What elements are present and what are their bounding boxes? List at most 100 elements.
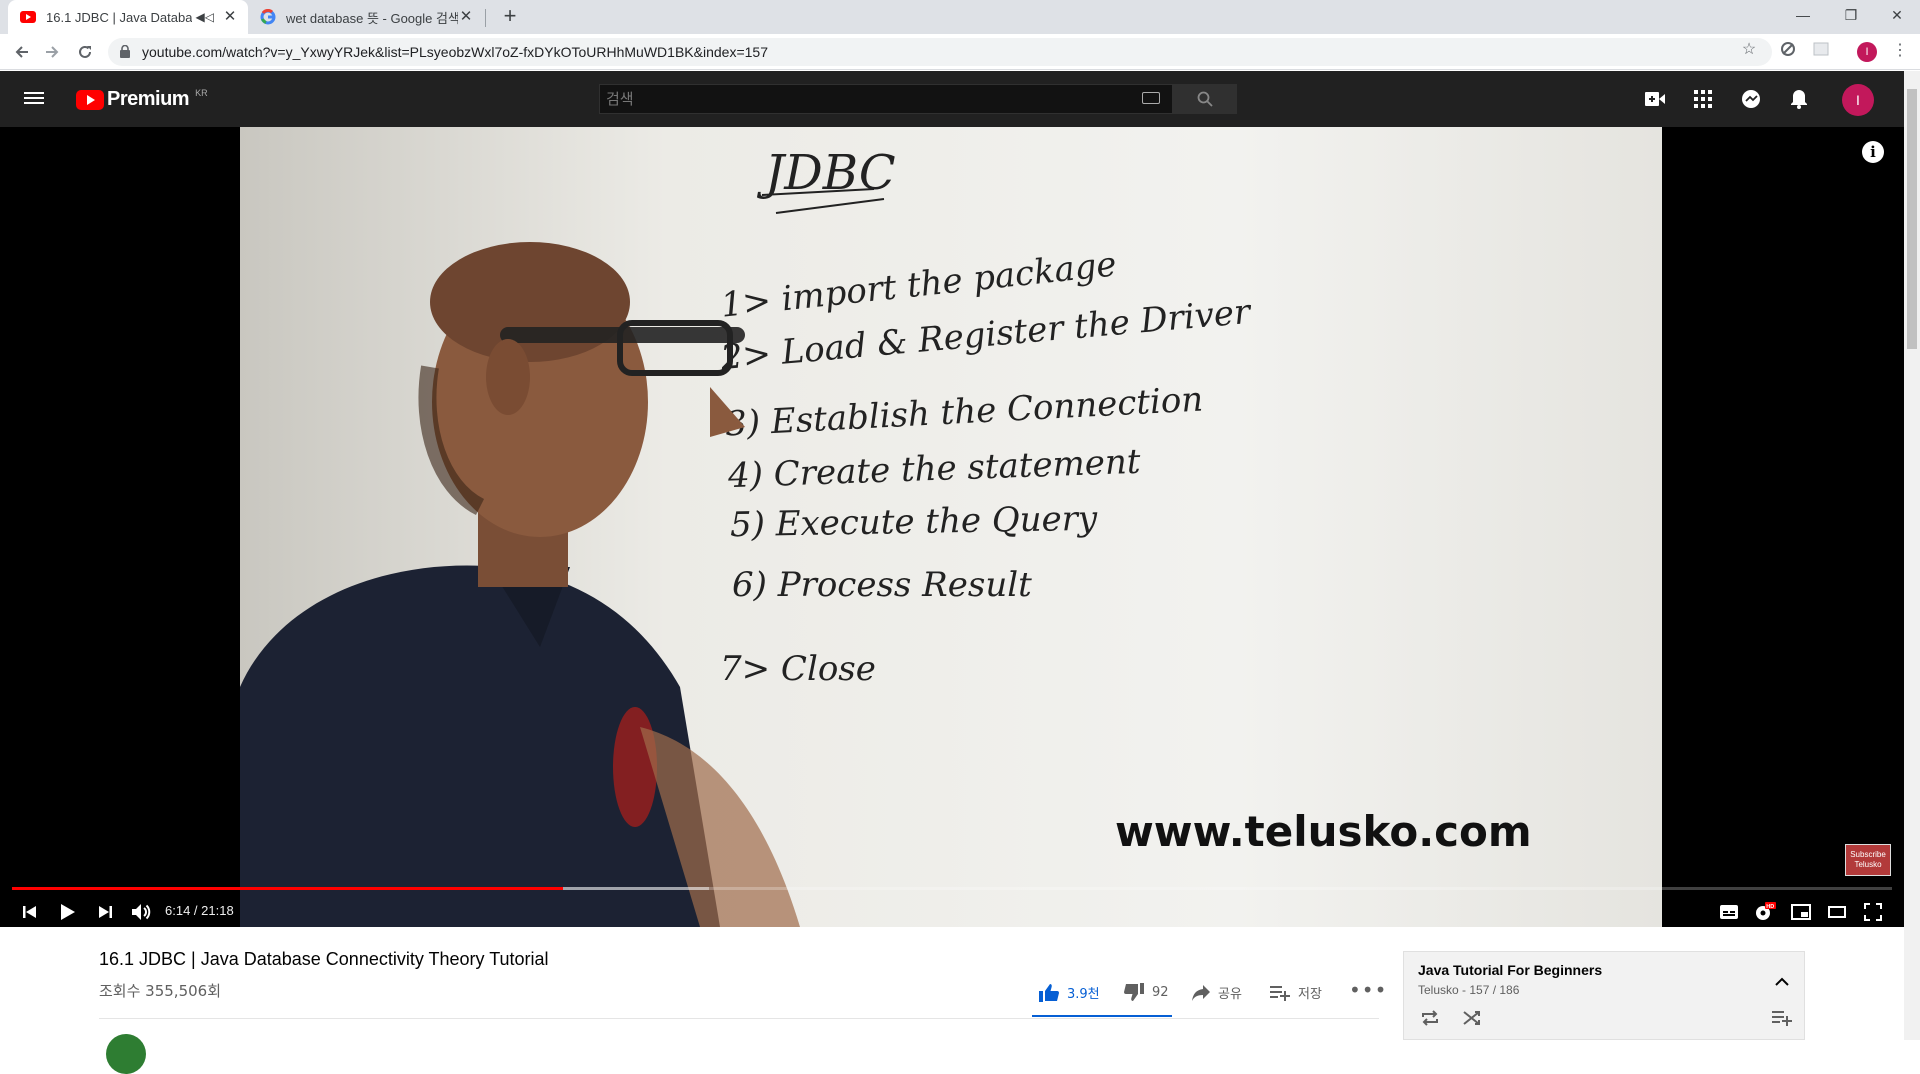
- tab-close-icon[interactable]: ✕: [458, 9, 474, 25]
- address-bar[interactable]: youtube.com/watch?v=y_YxwyYRJek&list=PLs…: [108, 38, 1772, 66]
- svg-text:HD: HD: [1766, 904, 1774, 910]
- miniplayer-button[interactable]: [1786, 897, 1816, 927]
- browser-tabstrip: 16.1 JDBC | Java Database Connectivity ◀…: [0, 0, 1920, 34]
- browser-toolbar: youtube.com/watch?v=y_YxwyYRJek&list=PLs…: [0, 34, 1920, 70]
- google-favicon-icon: [260, 9, 276, 25]
- search-box: [599, 84, 1173, 114]
- video-title: 16.1 JDBC | Java Database Connectivity T…: [99, 949, 549, 969]
- play-icon: [61, 904, 75, 920]
- create-video-icon[interactable]: [1643, 87, 1667, 111]
- theater-mode-icon: [1828, 906, 1846, 918]
- share-button[interactable]: 공유: [1192, 983, 1242, 1002]
- share-arrow-icon: [1192, 984, 1210, 1001]
- more-actions-icon[interactable]: •••: [1349, 978, 1387, 1002]
- logo-region-text: KR: [195, 87, 208, 98]
- video-player[interactable]: JDBC 1> import the package 2> Load & Reg…: [0, 127, 1904, 927]
- account-avatar[interactable]: I: [1842, 84, 1874, 116]
- playlist-panel: Java Tutorial For Beginners Telusko - 15…: [1403, 951, 1805, 1040]
- save-button[interactable]: 저장: [1270, 983, 1322, 1002]
- dislike-count: 92: [1152, 984, 1169, 1000]
- subtitles-button[interactable]: [1714, 897, 1744, 927]
- video-info-icon[interactable]: i: [1862, 141, 1884, 163]
- youtube-favicon-icon: [20, 9, 36, 25]
- tab-youtube[interactable]: 16.1 JDBC | Java Database Connectivity ◀…: [8, 0, 248, 34]
- extension-box-icon[interactable]: [1811, 39, 1831, 59]
- close-window-button[interactable]: ✕: [1874, 0, 1920, 30]
- tab-separator: [485, 9, 486, 27]
- next-button[interactable]: [90, 897, 120, 927]
- collapse-chevron-icon[interactable]: [1770, 969, 1794, 993]
- like-button[interactable]: 3.9천: [1039, 983, 1100, 1002]
- search-button[interactable]: [1173, 84, 1237, 114]
- browser-menu-icon[interactable]: ⋮: [1892, 40, 1908, 64]
- new-tab-button[interactable]: +: [498, 5, 522, 29]
- tab-google[interactable]: wet database 뜻 - Google 검색 ✕: [252, 0, 484, 34]
- youtube-premium-logo[interactable]: Premium KR: [76, 88, 208, 111]
- progress-played: [12, 887, 563, 890]
- logo-brand-text: Premium: [107, 88, 190, 110]
- shuffle-icon[interactable]: [1460, 1006, 1484, 1030]
- subtitles-icon: [1720, 905, 1738, 919]
- volume-button[interactable]: [126, 897, 156, 927]
- thumbs-down-icon: [1124, 983, 1144, 1001]
- scrollbar-thumb[interactable]: [1907, 89, 1917, 349]
- like-ratio-bar: [1032, 1015, 1172, 1017]
- subscribe-watermark-badge[interactable]: Subscribe Telusko: [1845, 844, 1891, 876]
- presenter-figure: [240, 242, 800, 927]
- hamburger-menu-icon[interactable]: [24, 89, 44, 109]
- minimize-button[interactable]: —: [1780, 0, 1826, 30]
- tab-close-icon[interactable]: ✕: [222, 9, 238, 25]
- messages-icon[interactable]: [1739, 87, 1763, 111]
- notifications-bell-icon[interactable]: [1787, 87, 1811, 111]
- keyboard-icon[interactable]: [1142, 92, 1160, 104]
- settings-button[interactable]: HD: [1750, 897, 1780, 927]
- play-button[interactable]: [53, 897, 83, 927]
- previous-button[interactable]: [15, 897, 45, 927]
- url-text: youtube.com/watch?v=y_YxwyYRJek&list=PLs…: [142, 44, 768, 60]
- apps-grid-icon[interactable]: [1691, 87, 1715, 111]
- settings-gear-icon: HD: [1756, 902, 1776, 920]
- video-frame: JDBC 1> import the package 2> Load & Reg…: [240, 127, 1662, 927]
- add-to-playlist-icon: [1270, 985, 1290, 1001]
- back-button[interactable]: [9, 39, 35, 65]
- volume-icon: [132, 904, 151, 920]
- tab-mute-icon[interactable]: ◀◁: [196, 10, 214, 24]
- reload-button[interactable]: [72, 39, 98, 65]
- back-arrow-icon: [15, 46, 28, 58]
- progress-bar[interactable]: [12, 887, 1892, 890]
- forward-arrow-icon: [46, 46, 59, 58]
- bookmark-star-icon[interactable]: ☆: [1739, 39, 1759, 59]
- fullscreen-icon: [1864, 903, 1882, 921]
- playlist-title[interactable]: Java Tutorial For Beginners: [1418, 962, 1602, 978]
- search-input[interactable]: [600, 85, 1172, 113]
- view-count: 조회수 355,506회: [99, 982, 221, 1000]
- dislike-button[interactable]: 92: [1124, 983, 1169, 1001]
- fullscreen-button[interactable]: [1858, 897, 1888, 927]
- tab-title: wet database 뜻 - Google 검색: [286, 10, 458, 26]
- share-label: 공유: [1218, 987, 1242, 1002]
- playlist-menu-icon[interactable]: [1770, 1006, 1794, 1030]
- reload-icon: [79, 45, 91, 58]
- youtube-masthead: Premium KR I: [0, 71, 1904, 127]
- channel-avatar[interactable]: [106, 1034, 146, 1074]
- browser-profile-avatar[interactable]: I: [1857, 42, 1877, 62]
- thumbs-up-icon: [1039, 983, 1059, 1002]
- forward-button[interactable]: [39, 39, 65, 65]
- search-icon: [1197, 91, 1213, 107]
- loop-playlist-icon[interactable]: [1418, 1006, 1442, 1030]
- time-display: 6:14 / 21:18: [165, 903, 234, 918]
- skip-previous-icon: [23, 906, 36, 918]
- youtube-play-logo-icon: [76, 89, 104, 110]
- video-watermark: www.telusko.com: [1115, 807, 1532, 856]
- page-scrollbar[interactable]: [1904, 71, 1920, 1040]
- like-count: 3.9천: [1067, 987, 1100, 1002]
- theater-mode-button[interactable]: [1822, 897, 1852, 927]
- lock-icon: [120, 45, 130, 58]
- skip-next-icon: [99, 906, 112, 918]
- extension-icon[interactable]: [1778, 39, 1798, 59]
- tab-title: 16.1 JDBC | Java Database Connectivity: [46, 9, 192, 25]
- info-divider: [99, 1018, 1379, 1019]
- save-label: 저장: [1298, 987, 1322, 1002]
- miniplayer-icon: [1791, 904, 1811, 920]
- restore-button[interactable]: ❐: [1828, 0, 1874, 30]
